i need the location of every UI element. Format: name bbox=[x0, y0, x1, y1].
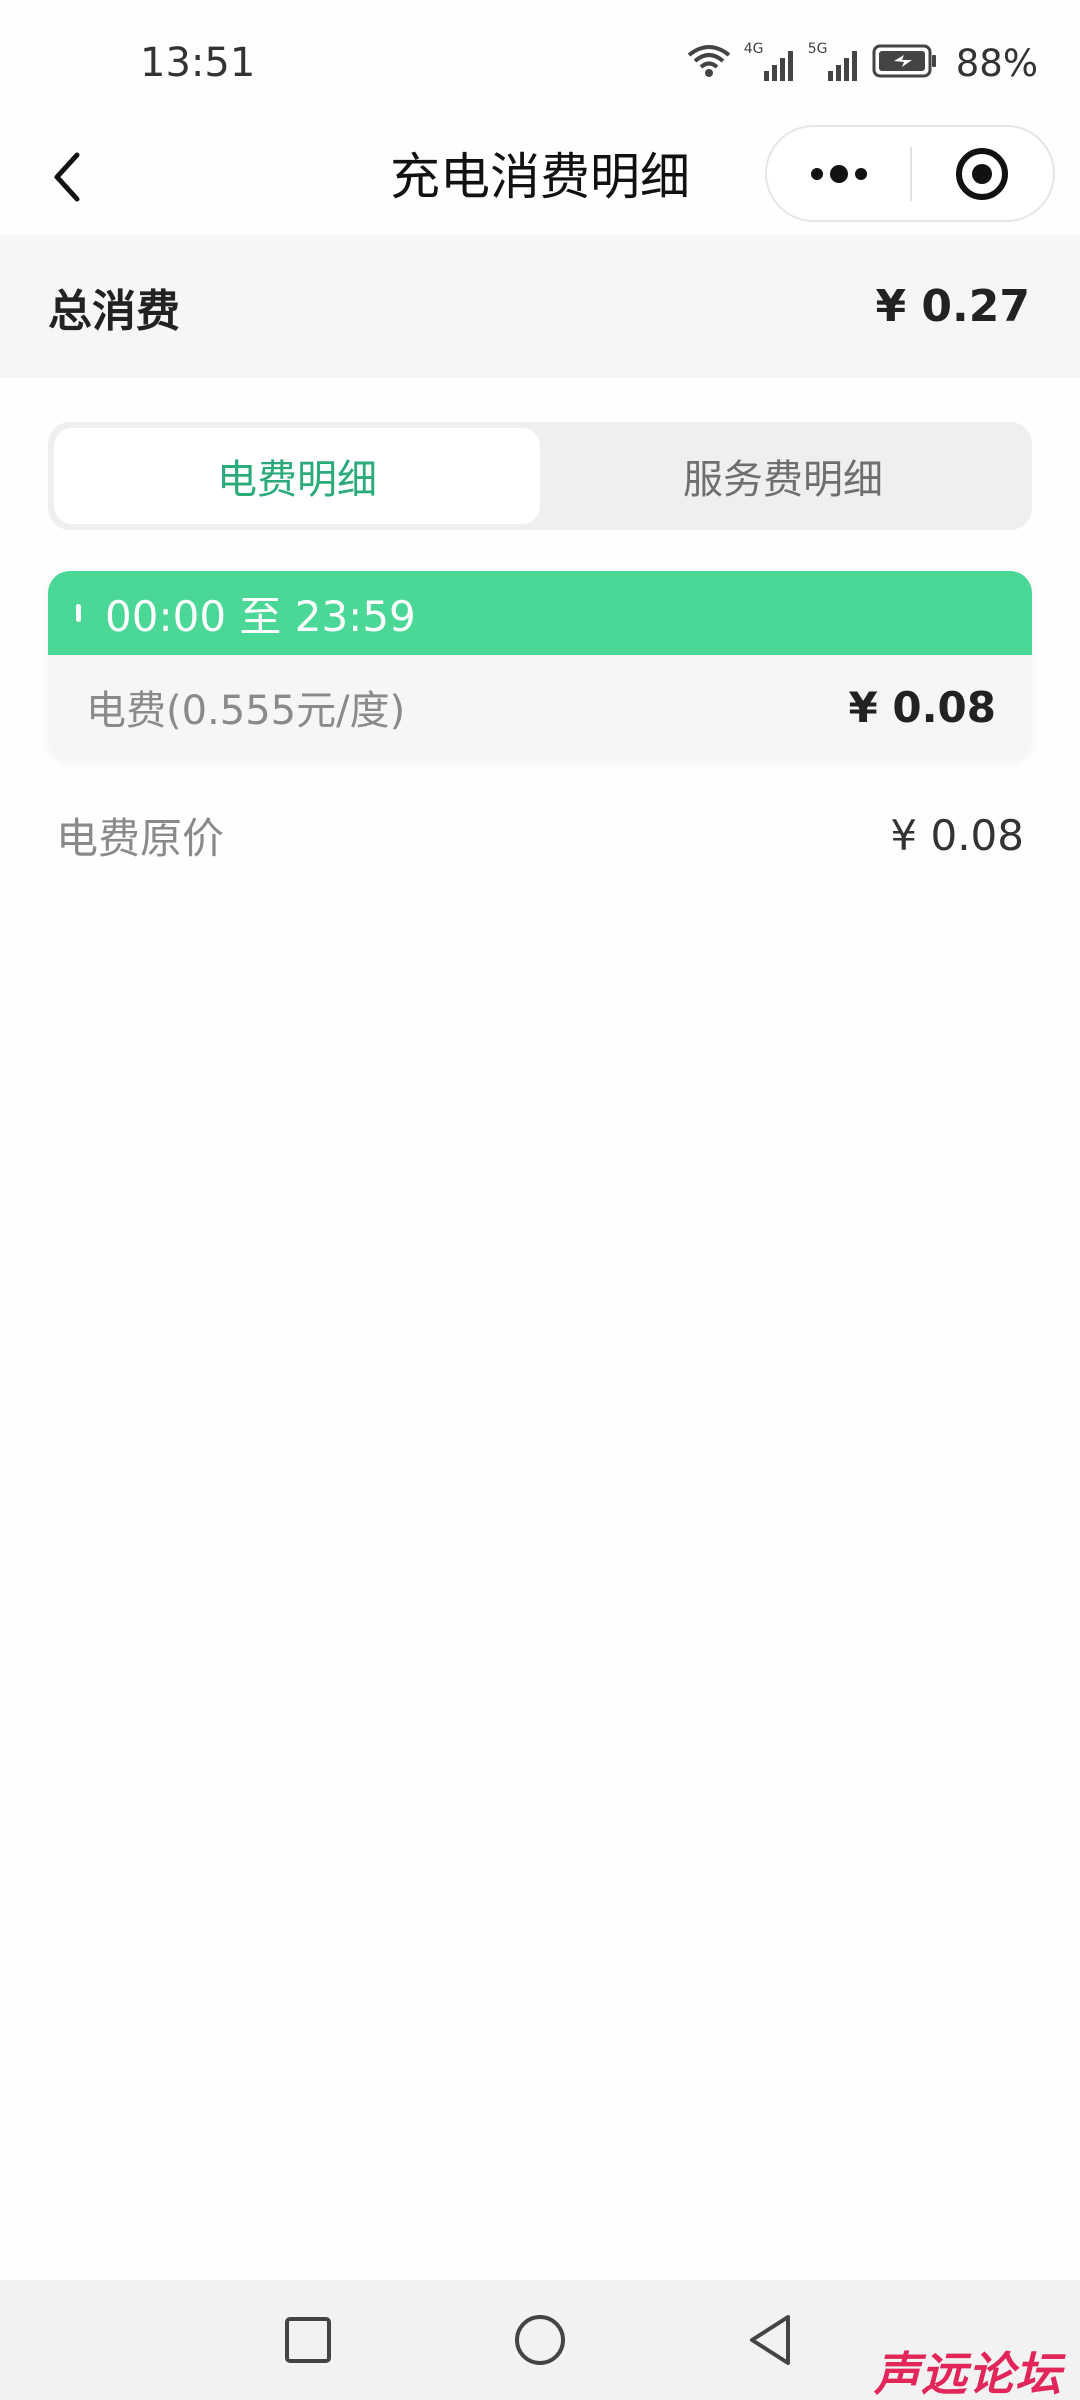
total-consumption-row: 总消费 ¥ 0.27 bbox=[0, 235, 1080, 378]
period-time-range: 00:00 至 23:59 bbox=[105, 591, 416, 641]
watermark-logo: 声远论坛 bbox=[874, 2347, 1062, 2400]
fee-value: ¥ 0.08 bbox=[848, 682, 996, 732]
target-circle-icon bbox=[956, 147, 1009, 200]
tab-electricity-fee[interactable]: 电费明细 bbox=[54, 428, 540, 524]
period-marker bbox=[76, 604, 81, 622]
nav-bar: 充电消费明细 bbox=[0, 120, 1080, 235]
total-value: ¥ 0.27 bbox=[875, 281, 1031, 332]
original-price-value: ¥ 0.08 bbox=[890, 810, 1024, 860]
close-button[interactable] bbox=[912, 127, 1053, 220]
page: 13:51 4G 5G 88% 充电消费明细 总消费 ¥ 0.27 电费明细 服… bbox=[0, 0, 1080, 2400]
tab-service-fee[interactable]: 服务费明细 bbox=[540, 428, 1026, 524]
back-nav-button[interactable] bbox=[735, 2305, 805, 2375]
period-card: 00:00 至 23:59 电费(0.555元/度) ¥ 0.08 bbox=[48, 571, 1032, 759]
square-icon bbox=[285, 2317, 331, 2363]
period-header: 00:00 至 23:59 bbox=[48, 571, 1032, 655]
fee-label: 电费(0.555元/度) bbox=[86, 688, 406, 734]
more-dots-icon bbox=[810, 164, 867, 183]
original-price-row: 电费原价 ¥ 0.08 bbox=[56, 800, 1024, 870]
original-price-label: 电费原价 bbox=[56, 813, 225, 863]
more-button[interactable] bbox=[767, 127, 910, 220]
status-icons: 4G 5G 88% bbox=[686, 38, 1038, 88]
battery-icon bbox=[872, 43, 938, 83]
recent-apps-button[interactable] bbox=[273, 2305, 343, 2375]
total-label: 总消费 bbox=[48, 285, 180, 337]
signal-4g-icon: 4G bbox=[744, 41, 796, 83]
signal-5g-icon: 5G bbox=[808, 41, 860, 83]
fee-tabs: 电费明细 服务费明细 bbox=[48, 422, 1032, 530]
wifi-icon bbox=[686, 43, 732, 83]
battery-percent: 88% bbox=[955, 41, 1038, 85]
status-time: 13:51 bbox=[140, 40, 256, 86]
period-fee-row: 电费(0.555元/度) ¥ 0.08 bbox=[48, 655, 1032, 759]
triangle-back-icon bbox=[750, 2315, 790, 2365]
home-button[interactable] bbox=[505, 2305, 575, 2375]
circle-icon bbox=[515, 2315, 565, 2365]
status-bar: 13:51 4G 5G 88% bbox=[0, 0, 1080, 120]
mini-program-capsule bbox=[765, 125, 1055, 222]
